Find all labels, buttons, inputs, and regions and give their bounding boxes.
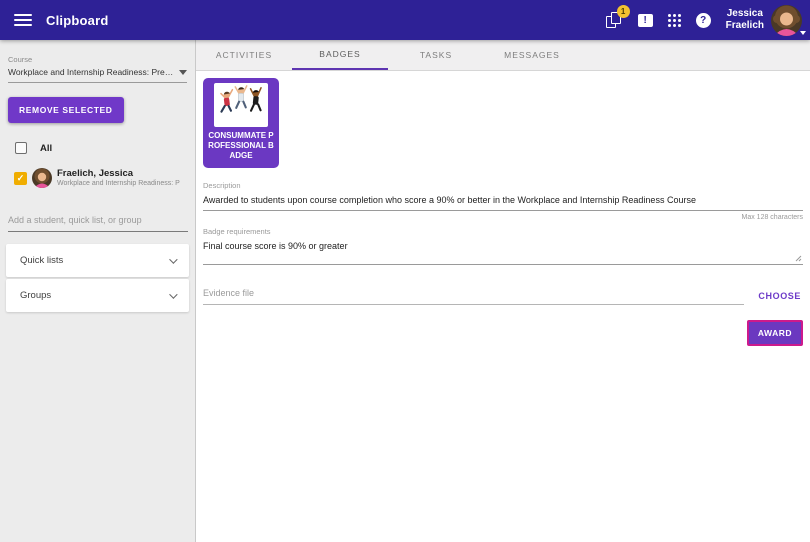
evidence-file-field[interactable]: Evidence file xyxy=(203,288,745,305)
menu-icon[interactable] xyxy=(14,11,32,29)
badge-image xyxy=(214,83,268,127)
chevron-down-icon xyxy=(169,254,178,264)
course-select[interactable]: Workplace and Internship Readiness: Prep… xyxy=(8,67,187,83)
groups-item[interactable]: Groups xyxy=(6,279,189,312)
header-actions: 1 ! ? Jessica Fraelich xyxy=(605,4,806,36)
notifications-button[interactable]: 1 xyxy=(605,4,630,29)
notification-badge: 1 xyxy=(616,4,630,18)
apps-grid-button[interactable] xyxy=(667,13,681,27)
apps-grid-icon xyxy=(667,13,681,27)
tab-tasks[interactable]: TASKS xyxy=(388,40,484,70)
badge-card[interactable]: CONSUMMATE PROFESSIONAL BADGE xyxy=(203,78,279,168)
choose-file-button[interactable]: CHOOSE xyxy=(756,291,803,305)
remove-selected-button[interactable]: REMOVE SELECTED xyxy=(8,97,124,123)
description-label: Description xyxy=(203,181,241,190)
quick-lists-item[interactable]: Quick lists xyxy=(6,244,189,277)
student-checkbox[interactable]: ✓ xyxy=(14,171,27,185)
select-all-checkbox[interactable] xyxy=(15,142,27,154)
help-button[interactable]: ? xyxy=(695,12,711,28)
tab-bar: ACTIVITIES BADGES TASKS MESSAGES xyxy=(196,40,810,71)
select-all-row: All xyxy=(15,142,187,154)
badge-detail-panel: CONSUMMATE PROFESSIONAL BADGE Descriptio… xyxy=(196,71,810,542)
chevron-down-icon xyxy=(169,289,178,299)
requirements-label: Badge requirements xyxy=(203,227,271,236)
help-icon: ? xyxy=(695,12,711,28)
student-row[interactable]: ✓ Fraelich, Jessica Workplace and Intern… xyxy=(14,168,187,188)
quick-lists-label: Quick lists xyxy=(20,255,64,266)
max-chars-note: Max 128 characters xyxy=(741,214,803,221)
evidence-row: Evidence file CHOOSE xyxy=(203,288,803,305)
avatar xyxy=(771,4,802,36)
course-label: Course xyxy=(8,55,33,64)
select-all-label: All xyxy=(40,142,53,154)
user-name: Jessica Fraelich xyxy=(725,8,764,31)
feedback-button[interactable]: ! xyxy=(637,13,653,27)
course-value: Workplace and Internship Readiness: Prep… xyxy=(8,67,175,77)
student-course: Workplace and Internship Readiness: P xyxy=(57,180,180,187)
dropdown-arrow-icon xyxy=(179,69,187,75)
award-button[interactable]: AWARD xyxy=(746,320,803,346)
caret-down-icon xyxy=(800,30,806,35)
groups-label: Groups xyxy=(20,290,52,301)
add-student-input[interactable] xyxy=(8,215,188,232)
sidebar-panels: Quick lists Groups xyxy=(6,244,189,312)
jumping-people-clipart xyxy=(220,85,262,113)
student-name: Fraelich, Jessica xyxy=(57,168,134,179)
account-menu-button[interactable]: Jessica Fraelich xyxy=(725,4,806,36)
app-title: Clipboard xyxy=(46,12,109,28)
app-header: Clipboard 1 ! ? Jessica Fraelich xyxy=(0,0,810,40)
requirements-field[interactable]: Final course score is 90% or greater xyxy=(203,241,803,265)
student-avatar xyxy=(32,168,52,188)
tab-messages[interactable]: MESSAGES xyxy=(484,40,580,70)
tab-activities[interactable]: ACTIVITIES xyxy=(196,40,292,70)
resize-handle-icon[interactable] xyxy=(795,255,802,262)
badge-name: CONSUMMATE PROFESSIONAL BADGE xyxy=(208,131,274,160)
alert-icon: ! xyxy=(637,13,653,27)
description-field[interactable]: Awarded to students upon course completi… xyxy=(203,195,803,211)
tab-badges[interactable]: BADGES xyxy=(292,40,388,70)
sidebar: Course Workplace and Internship Readines… xyxy=(0,40,196,542)
